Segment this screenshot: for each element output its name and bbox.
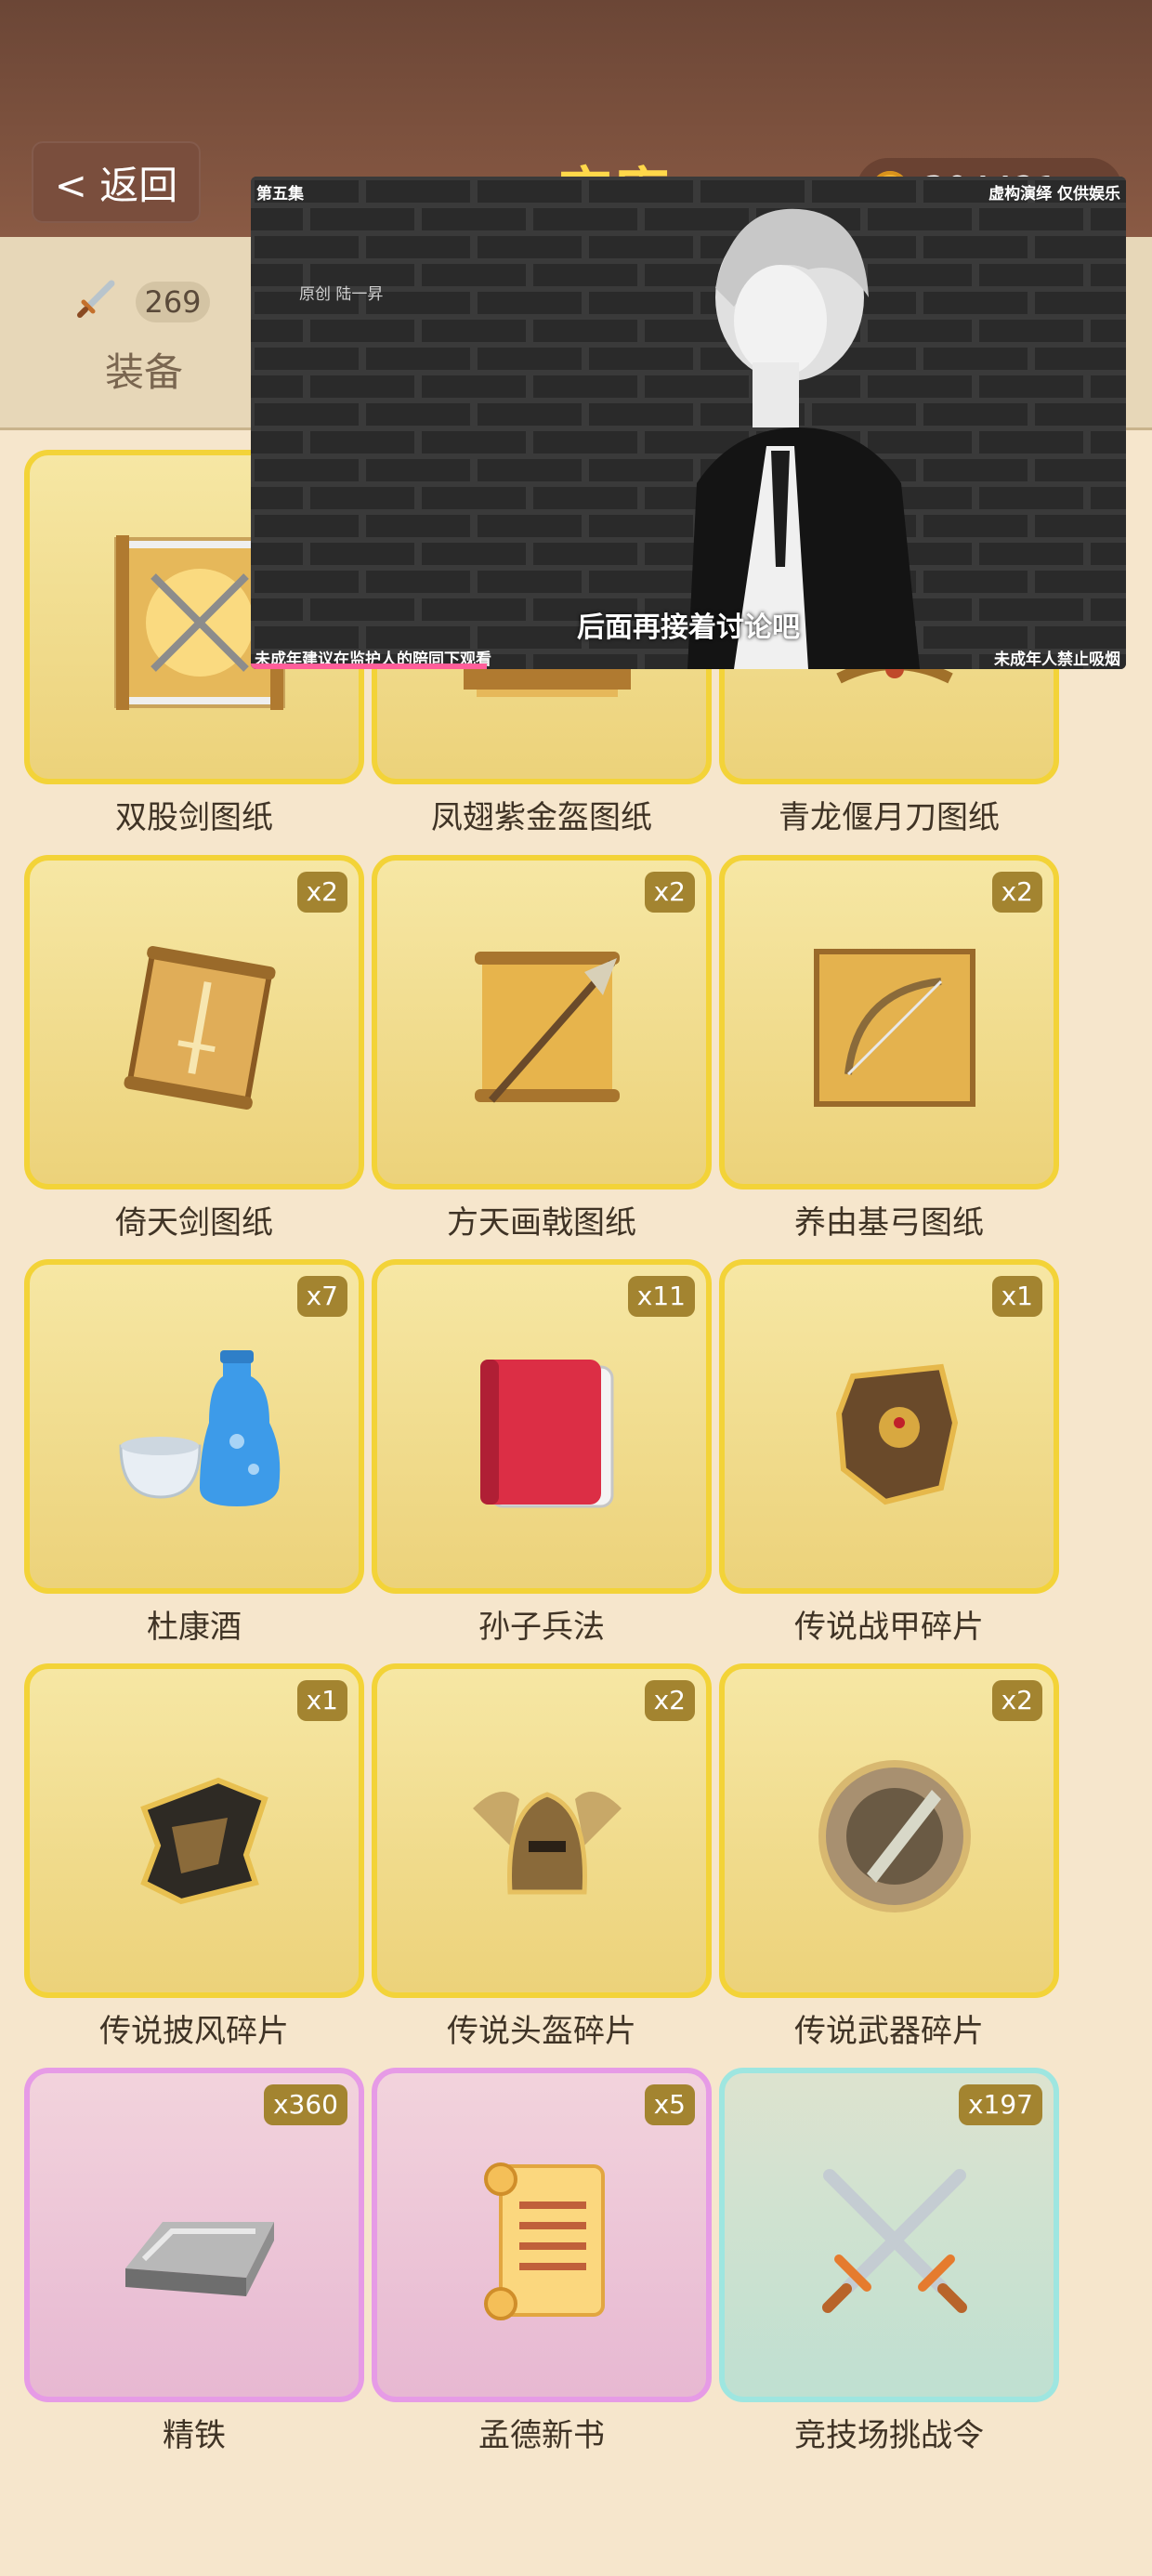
item-card[interactable]: x2 养由基弓图纸 (719, 855, 1059, 1245)
dagger-icon (77, 280, 115, 318)
item-card[interactable]: x2 倚天剑图纸 (24, 855, 364, 1245)
quantity-badge: x2 (991, 1680, 1042, 1721)
scroll-sword-icon (124, 945, 276, 1111)
quantity-badge: x5 (644, 2084, 695, 2125)
item-frame: x2 (719, 1663, 1059, 1998)
item-name: 凤翅紫金盔图纸 (431, 799, 652, 836)
equipment-count-badge: 269 (136, 282, 210, 322)
helmet-fragment-icon (473, 1792, 622, 1895)
item-name: 青龙偃月刀图纸 (779, 799, 1000, 836)
tab-equipment[interactable]: 269 装备 (65, 265, 223, 404)
iron-ingot-icon (125, 2222, 274, 2296)
item-frame: x1 (24, 1663, 364, 1998)
tab-equipment-label: 装备 (104, 349, 183, 395)
video-subtitle: 后面再接着讨论吧 (577, 611, 800, 644)
item-name: 传说武器碎片 (794, 2013, 984, 2050)
item-frame: x2 (719, 855, 1059, 1189)
scroll-bow-icon (814, 949, 975, 1107)
item-frame: x5 (372, 2068, 712, 2402)
notice-right: 未成年人禁止吸烟 (994, 651, 1120, 669)
item-name: 养由基弓图纸 (794, 1204, 984, 1242)
paper-scroll-icon (484, 2162, 605, 2320)
item-card[interactable]: x1 传说战甲碎片 (719, 1259, 1059, 1649)
floating-video-player[interactable]: 第五集 虚构演绎 仅供娱乐 原创 陆一昇 后面再接着讨论吧 未成年建议在监护人的… (251, 177, 1126, 669)
item-frame: x7 (24, 1259, 364, 1594)
item-name: 杜康酒 (147, 1609, 242, 1646)
quantity-badge: x2 (296, 872, 347, 913)
item-name: 传说披风碎片 (99, 2013, 289, 2050)
quantity-badge: x1 (296, 1680, 347, 1721)
quantity-badge: x7 (296, 1276, 347, 1317)
item-name: 传说战甲碎片 (794, 1609, 984, 1646)
item-name: 倚天剑图纸 (115, 1204, 273, 1242)
item-frame: x2 (24, 855, 364, 1189)
weapon-fragment-icon (818, 1760, 971, 1912)
item-name: 方天画戟图纸 (447, 1204, 636, 1242)
item-frame: x2 (372, 1663, 712, 1998)
item-name: 精铁 (163, 2417, 226, 2454)
item-card[interactable]: x2 传说武器碎片 (719, 1663, 1059, 2054)
item-frame: x1 (719, 1259, 1059, 1594)
item-card[interactable]: x1 传说披风碎片 (24, 1663, 364, 2054)
back-button[interactable]: < 返回 (32, 141, 201, 223)
disclaimer-label: 虚构演绎 仅供娱乐 (988, 185, 1120, 204)
item-frame: x360 (24, 2068, 364, 2402)
video-frame (251, 177, 1126, 669)
episode-label: 第五集 (256, 185, 304, 204)
video-progress-bar[interactable] (251, 664, 488, 669)
scroll-halberd-icon (475, 952, 620, 1103)
quantity-badge: x2 (644, 872, 695, 913)
item-card[interactable]: x11 孙子兵法 (372, 1259, 712, 1649)
item-name: 双股剑图纸 (115, 799, 273, 836)
quantity-badge: x197 (958, 2084, 1042, 2125)
item-card[interactable]: x7 杜康酒 (24, 1259, 364, 1649)
item-card[interactable]: x197 竞技场挑战令 (719, 2068, 1059, 2458)
cloak-fragment-icon (140, 1777, 268, 1905)
watermark-label: 原创 陆一昇 (299, 285, 384, 304)
item-card[interactable]: x2 传说头盔碎片 (372, 1663, 712, 2054)
item-name: 孙子兵法 (478, 1609, 605, 1646)
quantity-badge: x1 (991, 1276, 1042, 1317)
quantity-badge: x11 (627, 1276, 695, 1317)
armor-fragment-icon (835, 1363, 959, 1505)
quantity-badge: x360 (263, 2084, 347, 2125)
item-name: 孟德新书 (478, 2417, 605, 2454)
item-card[interactable]: x2 方天画戟图纸 (372, 855, 712, 1245)
crossed-swords-icon (822, 2169, 967, 2313)
quantity-badge: x2 (644, 1680, 695, 1721)
item-name: 竞技场挑战令 (794, 2417, 984, 2454)
item-frame: x11 (372, 1259, 712, 1594)
item-frame: x197 (719, 2068, 1059, 2402)
item-frame: x2 (372, 855, 712, 1189)
item-name: 传说头盔碎片 (447, 2013, 636, 2050)
quantity-badge: x2 (991, 872, 1042, 913)
sake-bottle-icon (119, 1350, 281, 1506)
item-card[interactable]: x360 精铁 (24, 2068, 364, 2458)
item-card[interactable]: x5 孟德新书 (372, 2068, 712, 2458)
red-book-icon (480, 1360, 614, 1508)
